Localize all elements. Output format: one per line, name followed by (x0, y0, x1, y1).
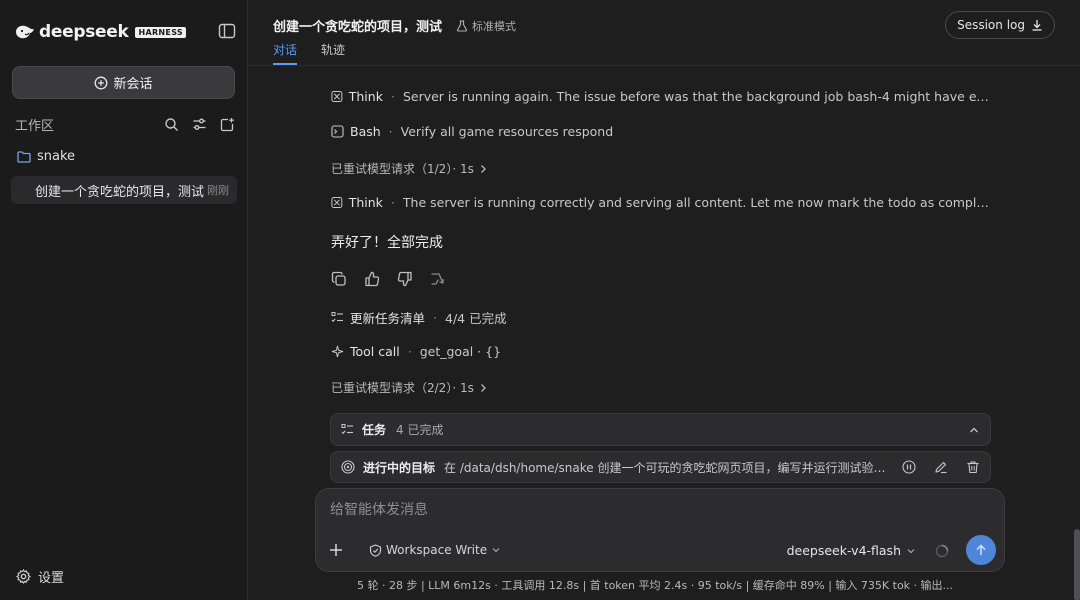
flask-icon (456, 19, 468, 32)
task-panel-label: 任务 (362, 423, 387, 437)
workspace-mode-select[interactable]: Workspace Write (369, 543, 501, 557)
sidebar-toggle-icon[interactable] (218, 23, 236, 39)
thumbs-up-icon[interactable] (364, 271, 380, 287)
new-chat-label: 新会话 (113, 77, 153, 92)
sparkle-icon (331, 345, 344, 358)
goal-panel-label: 进行中的目标 (363, 460, 436, 475)
think-icon (331, 91, 343, 102)
shield-icon (369, 543, 382, 557)
logo-text: deepseek (39, 22, 129, 42)
thumbs-down-icon[interactable] (397, 271, 413, 287)
workspace-mode-label: Workspace Write (386, 543, 488, 557)
step-name: 更新任务清单 (350, 311, 426, 326)
retry-notice[interactable]: 已重试模型请求（1/2）· 1s (331, 160, 488, 177)
conversation-title: 创建一个贪吃蛇的项目，测试 (35, 184, 205, 200)
goal-panel[interactable]: 进行中的目标 在 /data/dsh/home/snake 创建一个可玩的贪吃蛇… (330, 451, 991, 483)
new-folder-icon[interactable] (220, 117, 235, 132)
chevron-down-icon (492, 548, 500, 553)
step-name: Tool call (350, 344, 400, 359)
whale-logo-icon (16, 25, 34, 39)
folder-snake[interactable]: snake (17, 149, 75, 164)
checklist-icon (341, 424, 353, 435)
tool-call-step[interactable]: Tool call · get_goal · {} (331, 344, 501, 359)
message-actions (331, 271, 446, 287)
retry-text: 已重试模型请求（2/2）· 1s (331, 381, 474, 395)
assistant-message: 弄好了！全部完成 (331, 235, 443, 251)
step-description: The server is running correctly and serv… (402, 195, 991, 210)
checklist-icon (331, 312, 343, 323)
model-label: deepseek-v4-flash (786, 543, 901, 558)
new-chat-button[interactable]: 新会话 (12, 66, 235, 99)
terminal-icon (331, 125, 344, 138)
usage-stats: 5 轮 · 28 步 | LLM 6m12s · 工具调用 12.8s | 首 … (357, 579, 954, 592)
workspace-label: 工作区 (15, 118, 55, 134)
chevron-right-icon (480, 164, 486, 173)
branch-icon[interactable] (430, 271, 446, 287)
mode-badge[interactable]: 标准模式 (456, 18, 516, 34)
retry-notice[interactable]: 已重试模型请求（2/2）· 1s (331, 379, 488, 396)
step-description: Server is running again. The issue befor… (402, 89, 991, 104)
message-input[interactable] (330, 502, 970, 518)
target-icon (341, 460, 355, 474)
model-select[interactable]: deepseek-v4-flash (787, 543, 916, 558)
tab-trajectory[interactable]: 轨迹 (321, 41, 345, 64)
send-button[interactable] (966, 535, 996, 565)
bash-step[interactable]: Bash · Verify all game resources respond (331, 124, 613, 139)
tab-bar: 对话 轨迹 (273, 41, 345, 65)
edit-icon[interactable] (934, 460, 948, 474)
step-description: get_goal · {} (419, 344, 502, 359)
session-log-label: Session log (957, 18, 1025, 32)
folder-icon (17, 150, 31, 163)
search-icon[interactable] (164, 117, 179, 132)
step-name: Bash (350, 124, 381, 139)
sidebar: deepseek HARNESS 新会话 工作区 snake 创建一个贪吃蛇的项… (0, 0, 248, 600)
task-panel[interactable]: 任务 4 已完成 (330, 413, 991, 446)
step-description: 4/4 已完成 (445, 311, 507, 326)
plus-circle-icon (95, 76, 108, 89)
gear-icon (16, 569, 31, 584)
scrollbar[interactable] (1074, 529, 1080, 600)
pause-icon[interactable] (902, 460, 916, 474)
workspace-header: 工作区 (15, 114, 235, 134)
loading-spinner-icon (935, 544, 949, 558)
settings-label: 设置 (38, 571, 65, 586)
main-header: 创建一个贪吃蛇的项目，测试 标准模式 对话 轨迹 Session log (249, 0, 1080, 66)
think-step[interactable]: Think · The server is running correctly … (331, 195, 991, 210)
todo-update-step[interactable]: 更新任务清单 · 4/4 已完成 (331, 308, 507, 327)
add-attachment-icon[interactable] (326, 540, 346, 560)
think-step[interactable]: Think · Server is running again. The iss… (331, 89, 991, 104)
task-panel-count: 4 已完成 (396, 423, 444, 437)
download-icon (1032, 20, 1042, 31)
harness-badge: HARNESS (135, 26, 186, 38)
logo: deepseek HARNESS (14, 21, 236, 43)
settings-button[interactable]: 设置 (16, 567, 64, 586)
step-name: Think (348, 195, 383, 210)
step-description: Verify all game resources respond (400, 124, 614, 139)
message-composer: Workspace Write deepseek-v4-flash (315, 488, 1005, 572)
mode-label: 标准模式 (472, 19, 517, 33)
conversation-area: Think · Server is running again. The iss… (249, 67, 1080, 600)
folder-name: snake (37, 149, 76, 164)
copy-icon[interactable] (331, 271, 347, 287)
step-name: Think (348, 89, 383, 104)
filter-sliders-icon[interactable] (192, 117, 207, 132)
conversation-item[interactable]: 创建一个贪吃蛇的项目，测试 刚刚 (11, 176, 237, 204)
session-log-button[interactable]: Session log (945, 11, 1055, 39)
chevron-down-icon (907, 548, 915, 553)
retry-text: 已重试模型请求（1/2）· 1s (331, 162, 474, 176)
conversation-time: 刚刚 (207, 184, 229, 197)
page-title: 创建一个贪吃蛇的项目，测试 (273, 20, 443, 35)
goal-text: 在 /data/dsh/home/snake 创建一个可玩的贪吃蛇网页项目，编写… (444, 460, 890, 475)
trash-icon[interactable] (966, 460, 980, 474)
arrow-up-icon (976, 544, 986, 555)
think-icon (331, 197, 343, 208)
tab-conversation[interactable]: 对话 (273, 41, 298, 65)
chevron-right-icon (480, 383, 486, 392)
chevron-up-icon[interactable] (968, 424, 980, 436)
